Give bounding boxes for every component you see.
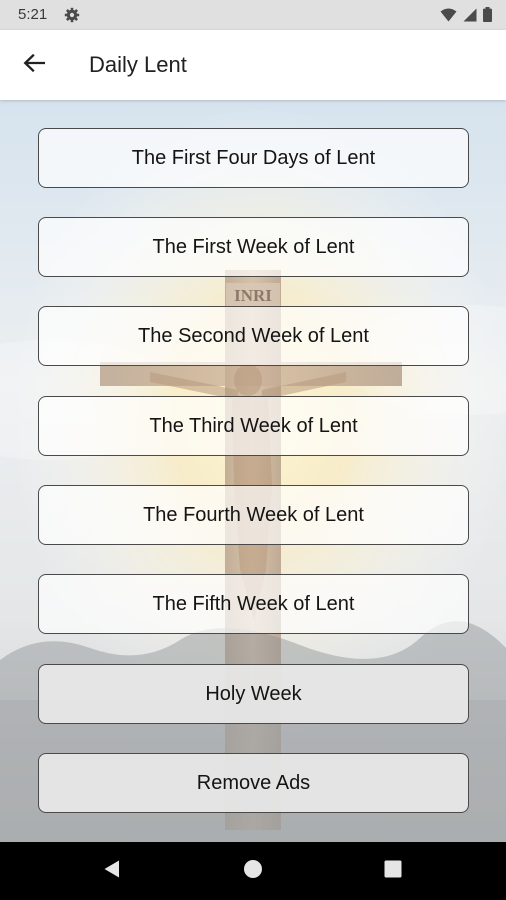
signal-icon	[463, 8, 477, 26]
nav-recents-button[interactable]	[378, 856, 408, 886]
status-time: 5:21	[18, 6, 48, 23]
nav-home-button[interactable]	[238, 856, 268, 886]
back-button[interactable]	[14, 45, 54, 85]
back-triangle-icon	[102, 859, 122, 884]
menu-button-first-week[interactable]: The First Week of Lent	[38, 217, 469, 277]
menu-list: The First Four Days of Lent The First We…	[0, 100, 506, 842]
gear-icon	[64, 7, 80, 23]
status-icons	[440, 7, 492, 26]
battery-icon	[483, 7, 492, 26]
menu-button-third-week[interactable]: The Third Week of Lent	[38, 396, 469, 456]
home-circle-icon	[243, 859, 263, 884]
recents-square-icon	[383, 859, 403, 884]
menu-button-second-week[interactable]: The Second Week of Lent	[38, 306, 469, 366]
wifi-icon	[440, 8, 457, 26]
remove-ads-button[interactable]: Remove Ads	[38, 753, 469, 813]
menu-button-fifth-week[interactable]: The Fifth Week of Lent	[38, 574, 469, 634]
page-title: Daily Lent	[89, 52, 187, 77]
nav-back-button[interactable]	[97, 856, 127, 886]
system-nav-bar	[0, 842, 506, 900]
arrow-left-icon	[23, 53, 46, 77]
main-content: INRI The First Four Days of Lent The Fir…	[0, 100, 506, 842]
menu-button-first-four-days[interactable]: The First Four Days of Lent	[38, 128, 469, 188]
phone-screen: 5:21 Daily Lent INRI The First Four Days…	[0, 0, 506, 900]
menu-button-fourth-week[interactable]: The Fourth Week of Lent	[38, 485, 469, 545]
app-bar: Daily Lent	[0, 30, 506, 100]
status-bar: 5:21	[0, 0, 506, 30]
menu-button-holy-week[interactable]: Holy Week	[38, 664, 469, 724]
